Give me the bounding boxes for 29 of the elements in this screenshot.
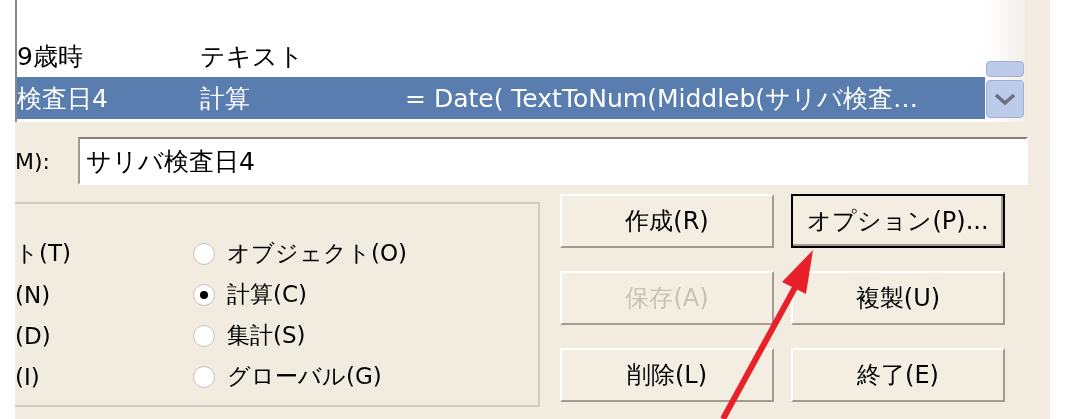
radio-label[interactable]: (D) <box>15 318 193 353</box>
dialog-button[interactable]: 削除(L) <box>560 348 774 402</box>
radio-label[interactable]: オブジェクト(O) <box>227 238 408 269</box>
radio-label[interactable]: 計算(C) <box>227 279 307 310</box>
dialog-button[interactable]: 終了(E) <box>791 348 1005 402</box>
field-name-cell-text: 検査日4 <box>17 82 109 115</box>
formula-cell-text: = Date( TextToNum(Middleb(サリバ検査… <box>405 82 920 115</box>
radio-label[interactable]: 集計(S) <box>227 320 306 351</box>
radio-button[interactable] <box>193 324 215 347</box>
dialog-button[interactable]: 作成(R) <box>560 194 774 248</box>
chevron-down-icon <box>994 92 1016 106</box>
field-name-cell-text: 9歳時 <box>17 40 84 73</box>
radio-button[interactable] <box>193 365 215 388</box>
field-type-cell-text: 計算 <box>200 82 251 115</box>
dialog-button[interactable]: 複製(U) <box>791 271 1005 325</box>
radio-label[interactable]: (N) <box>15 277 193 312</box>
field-type-cell-text: テキスト <box>200 40 305 73</box>
dialog-button[interactable]: オプション(P)... <box>791 194 1005 248</box>
field-row[interactable]: 9歳時 テキスト <box>17 35 985 77</box>
scrollbar-thumb[interactable] <box>986 61 1024 77</box>
radio-label[interactable]: (I) <box>15 359 193 394</box>
radio-button[interactable] <box>193 242 215 265</box>
radio-button[interactable] <box>193 283 215 306</box>
field-row[interactable]: 検査日4 計算 = Date( TextToNum(Middleb(サリバ検査… <box>17 77 985 119</box>
field-name-input[interactable]: サリバ検査日4 <box>78 137 1028 185</box>
radio-label[interactable]: ト(T) <box>15 236 193 271</box>
field-name-label: M): <box>15 148 51 174</box>
scroll-down-button[interactable] <box>986 80 1024 118</box>
radio-label[interactable]: グローバル(G) <box>227 361 382 392</box>
